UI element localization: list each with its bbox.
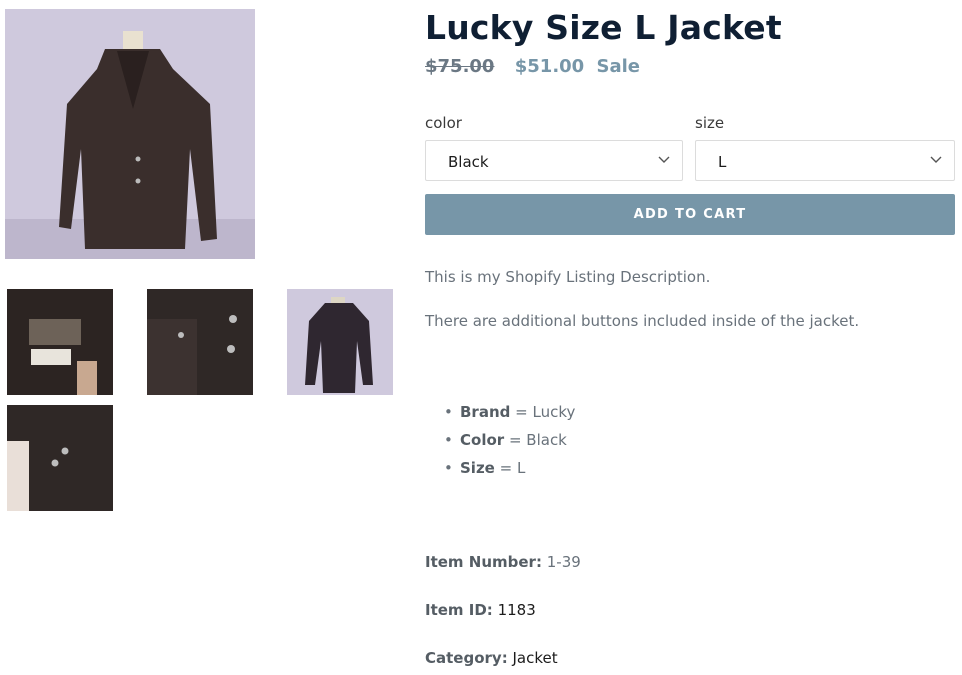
thumbnail-sleeve-image[interactable] <box>147 289 253 395</box>
color-select-value: Black <box>448 153 489 171</box>
spec-item-color: • Color = Black <box>444 430 575 458</box>
sale-price: $51.00 <box>514 56 585 77</box>
bullet-icon: • <box>444 431 453 449</box>
price-row: $75.00 $51.00 Sale <box>425 56 640 77</box>
thumbnail-back-image[interactable] <box>287 289 393 395</box>
original-price: $75.00 <box>425 56 495 77</box>
spec-value: = L <box>499 459 526 477</box>
add-to-cart-button[interactable]: ADD TO CART <box>425 194 955 235</box>
chevron-down-icon <box>930 156 942 163</box>
category-label: Category: <box>425 649 508 667</box>
color-select[interactable]: Black <box>425 140 683 181</box>
spec-item-size: • Size = L <box>444 458 575 486</box>
size-label: size <box>695 114 725 132</box>
thumbnail-cuff-image[interactable] <box>7 405 113 511</box>
item-id-label: Item ID: <box>425 601 493 619</box>
category-value: Jacket <box>512 649 558 667</box>
bullet-icon: • <box>444 459 453 477</box>
main-product-image[interactable] <box>5 9 255 259</box>
sale-badge: Sale <box>596 56 641 77</box>
category-row: Category: Jacket <box>425 649 558 667</box>
spec-value: = Black <box>508 431 567 449</box>
description-line-2: There are additional buttons included in… <box>425 312 860 330</box>
item-number-row: Item Number: 1-39 <box>425 553 581 571</box>
item-id-value: 1183 <box>497 601 536 619</box>
item-number-label: Item Number: <box>425 553 542 571</box>
item-number-value: 1-39 <box>546 553 581 571</box>
item-id-row: Item ID: 1183 <box>425 601 536 619</box>
size-select-value: L <box>718 153 727 171</box>
bullet-icon: • <box>444 403 453 421</box>
size-select[interactable]: L <box>695 140 955 181</box>
thumbnail-label-image[interactable] <box>7 289 113 395</box>
product-title: Lucky Size L Jacket <box>425 8 782 47</box>
specs-list: • Brand = Lucky • Color = Black • Size = L <box>444 402 575 486</box>
description-line-1: This is my Shopify Listing Description. <box>425 268 711 286</box>
spec-item-brand: • Brand = Lucky <box>444 402 575 430</box>
chevron-down-icon <box>658 156 670 163</box>
spec-value: = Lucky <box>515 403 576 421</box>
spec-key: Color <box>460 431 505 449</box>
color-label: color <box>425 114 462 132</box>
spec-key: Size <box>460 459 495 477</box>
spec-key: Brand <box>460 403 511 421</box>
